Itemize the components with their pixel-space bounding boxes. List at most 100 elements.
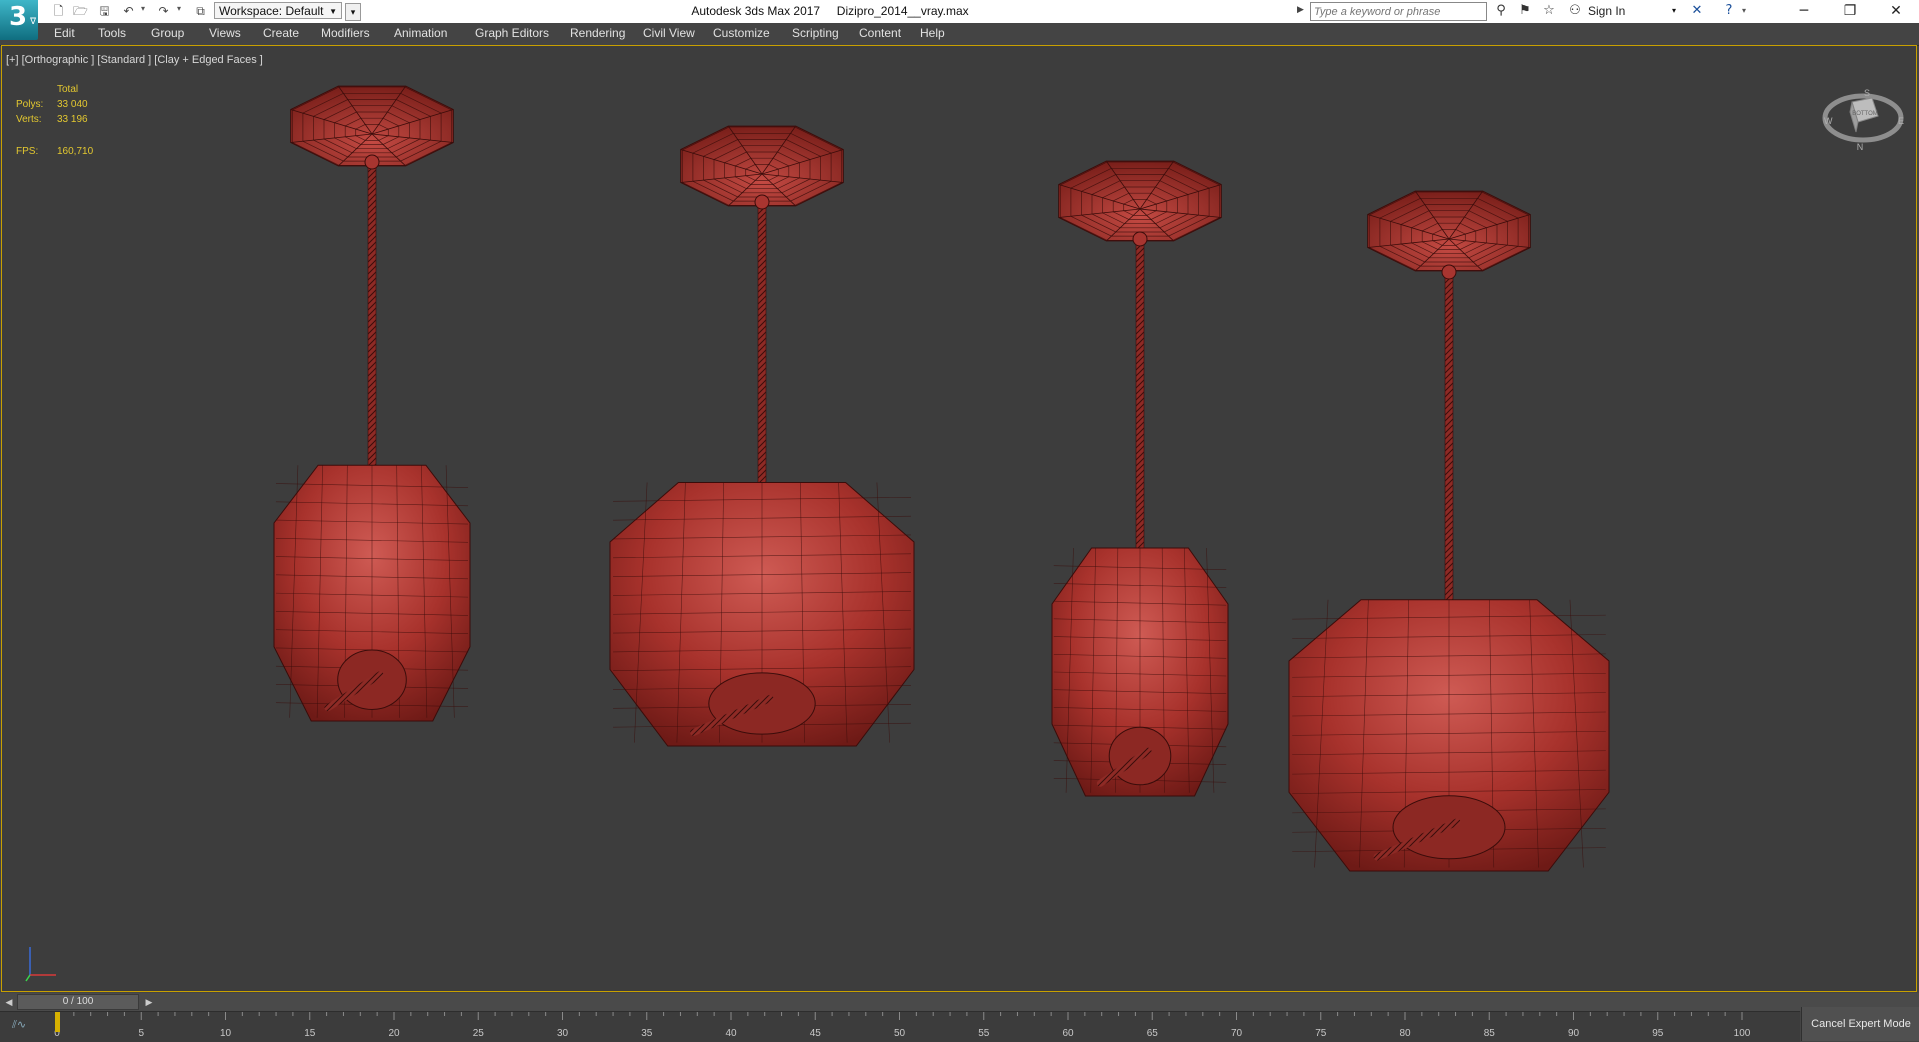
menu-edit[interactable]: Edit [54, 26, 75, 40]
restore-button[interactable]: ❐ [1827, 0, 1873, 23]
menu-customize[interactable]: Customize [713, 26, 770, 40]
current-frame-marker[interactable] [55, 1012, 60, 1032]
trackbar-tick-label: 65 [1147, 1028, 1159, 1039]
trackbar-tick-label: 80 [1399, 1028, 1411, 1039]
lamp-cord-anchor [1441, 264, 1457, 280]
help-icon[interactable]: ? [1720, 3, 1738, 20]
menu-graph-editors[interactable]: Graph Editors [475, 26, 549, 40]
viewcube-north[interactable]: S [1864, 88, 1870, 98]
chevron-down-icon: ▼ [329, 7, 337, 16]
viewcube[interactable]: BOTTOM S W E N [1820, 78, 1906, 154]
menu-tools[interactable]: Tools [98, 26, 126, 40]
trackbar-tick-label: 20 [388, 1028, 400, 1039]
user-icon[interactable]: ⚇ [1566, 3, 1584, 20]
help-dropdown-icon[interactable]: ▾ [1742, 6, 1746, 15]
stats-verts-label: Verts: [16, 114, 42, 125]
menu-animation[interactable]: Animation [394, 26, 447, 40]
menu-bar: Edit Tools Group Views Create Modifiers … [0, 23, 1919, 46]
trackbar-tick-label: 75 [1315, 1028, 1327, 1039]
menu-scripting[interactable]: Scripting [792, 26, 839, 40]
viewport-label-menu[interactable]: [+] [Orthographic ] [Standard ] [Clay + … [6, 54, 263, 66]
trackbar-tick-label: 45 [810, 1028, 822, 1039]
trackbar-tick-label: 55 [978, 1028, 990, 1039]
undo-icon[interactable]: ↶ [120, 3, 137, 20]
binoculars-icon[interactable]: ⚲ [1492, 3, 1510, 20]
lamp-cord [367, 163, 377, 517]
search-input[interactable] [1310, 2, 1487, 21]
communication-center-icon[interactable]: ⚑ [1516, 3, 1534, 20]
viewcube-face: BOTTOM [1852, 111, 1878, 117]
window-title: Autodesk 3ds Max 2017 Dizipro_2014__vray… [691, 4, 969, 18]
trackbar-tick-label: 5 [138, 1028, 144, 1039]
menu-group[interactable]: Group [151, 26, 184, 40]
save-icon[interactable]: 🖫 [96, 3, 113, 20]
trackbar-tick-label: 10 [220, 1028, 232, 1039]
sign-in-button[interactable]: Sign In [1588, 4, 1625, 18]
new-file-icon[interactable]: 🗋 [50, 3, 67, 20]
viewcube-east[interactable]: E [1898, 116, 1904, 126]
app-logo-sub: ᐁ [30, 16, 37, 26]
close-button[interactable]: ✕ [1873, 0, 1919, 23]
menu-civil-view[interactable]: Civil View [643, 26, 695, 40]
lamp-cord-anchor [754, 194, 770, 210]
trackbar-tick-label: 25 [473, 1028, 485, 1039]
axis-tripod-icon [25, 947, 56, 982]
menu-help[interactable]: Help [920, 26, 945, 40]
menu-content[interactable]: Content [859, 26, 901, 40]
pendant-lamp [609, 125, 915, 747]
star-icon[interactable]: ☆ [1540, 3, 1558, 20]
trackbar-tick-label: 90 [1568, 1028, 1580, 1039]
stats-polys-value: 33 040 [57, 99, 88, 110]
trackbar-tick-label: 60 [1062, 1028, 1074, 1039]
stats-fps-label: FPS: [16, 146, 39, 157]
viewcube-west[interactable]: W [1824, 116, 1833, 126]
viewcube-south[interactable]: N [1857, 142, 1864, 152]
trackbar-tick-label: 30 [557, 1028, 569, 1039]
minimize-button[interactable]: ─ [1781, 0, 1827, 23]
application-button[interactable]: 3 ᐁ [0, 0, 38, 40]
scene-render [273, 85, 1610, 872]
trackbar-tick-label: 70 [1231, 1028, 1243, 1039]
redo-icon[interactable]: ↷ [155, 3, 172, 20]
redo-dropdown-icon[interactable]: ▾ [177, 4, 181, 13]
cancel-expert-mode-button[interactable]: Cancel Expert Mode [1801, 1007, 1919, 1041]
viewport-orthographic[interactable]: [+] [Orthographic ] [Standard ] [Clay + … [1, 45, 1917, 992]
trackbar[interactable]: ⫽∿ 0 5 10 15 20 25 30 35 40 45 50 55 60 65 70 75 80 85 90 9… [0, 1011, 1800, 1042]
trackbar-tick-label: 40 [725, 1028, 737, 1039]
next-frame-button[interactable]: ▶ [142, 995, 156, 1009]
time-slider-bar: ◀ 0 / 100 ▶ [0, 993, 1919, 1011]
project-folder-icon[interactable]: ⧉ [192, 3, 209, 20]
open-file-icon[interactable]: 🗁 [72, 3, 89, 20]
trackbar-tick-label: 35 [641, 1028, 653, 1039]
workspace-select-value: Workspace: Default [219, 4, 324, 18]
undo-dropdown-icon[interactable]: ▾ [141, 4, 145, 13]
pendant-lamp [1288, 190, 1610, 872]
sign-in-dropdown-icon[interactable]: ▾ [1672, 6, 1676, 15]
stats-verts-value: 33 196 [57, 114, 88, 125]
stats-total-label: Total [57, 84, 79, 95]
trackbar-tick-label: 95 [1652, 1028, 1664, 1039]
menu-create[interactable]: Create [263, 26, 299, 40]
previous-frame-button[interactable]: ◀ [2, 995, 16, 1009]
pendant-lamp [1051, 160, 1229, 797]
title-bar: 3 ᐁ 🗋 🗁 🖫 ↶ ▾ ↷ ▾ ⧉ Workspace: Default ▼… [0, 0, 1919, 40]
quick-access-customize-button[interactable]: ▾ [345, 3, 361, 21]
search-expand-icon[interactable]: ▶ [1297, 4, 1304, 15]
trackbar-ticks: 0 5 10 15 20 25 30 35 40 45 50 55 60 65 70 75 80 85 90 95 10… [54, 1012, 1751, 1039]
trackbar-tick-label: 15 [304, 1028, 316, 1039]
trackbar-tick-label: 100 [1734, 1028, 1751, 1039]
menu-rendering[interactable]: Rendering [570, 26, 625, 40]
autodesk-exchange-icon[interactable]: ✕ [1688, 3, 1706, 20]
trackbar-tick-label: 50 [894, 1028, 906, 1039]
menu-modifiers[interactable]: Modifiers [321, 26, 370, 40]
lamp-cord-anchor [1132, 231, 1148, 247]
pendant-lamp [273, 85, 471, 722]
menu-views[interactable]: Views [209, 26, 241, 40]
trackbar-tick-label: 85 [1484, 1028, 1496, 1039]
lamp-cord-anchor [364, 154, 380, 170]
time-slider[interactable]: 0 / 100 [17, 994, 139, 1010]
workspace-select[interactable]: Workspace: Default ▼ [214, 2, 342, 19]
pendant-lamps-group [273, 85, 1610, 872]
app-logo-text: 3 [9, 2, 28, 32]
stats-fps-value: 160,710 [57, 146, 94, 157]
